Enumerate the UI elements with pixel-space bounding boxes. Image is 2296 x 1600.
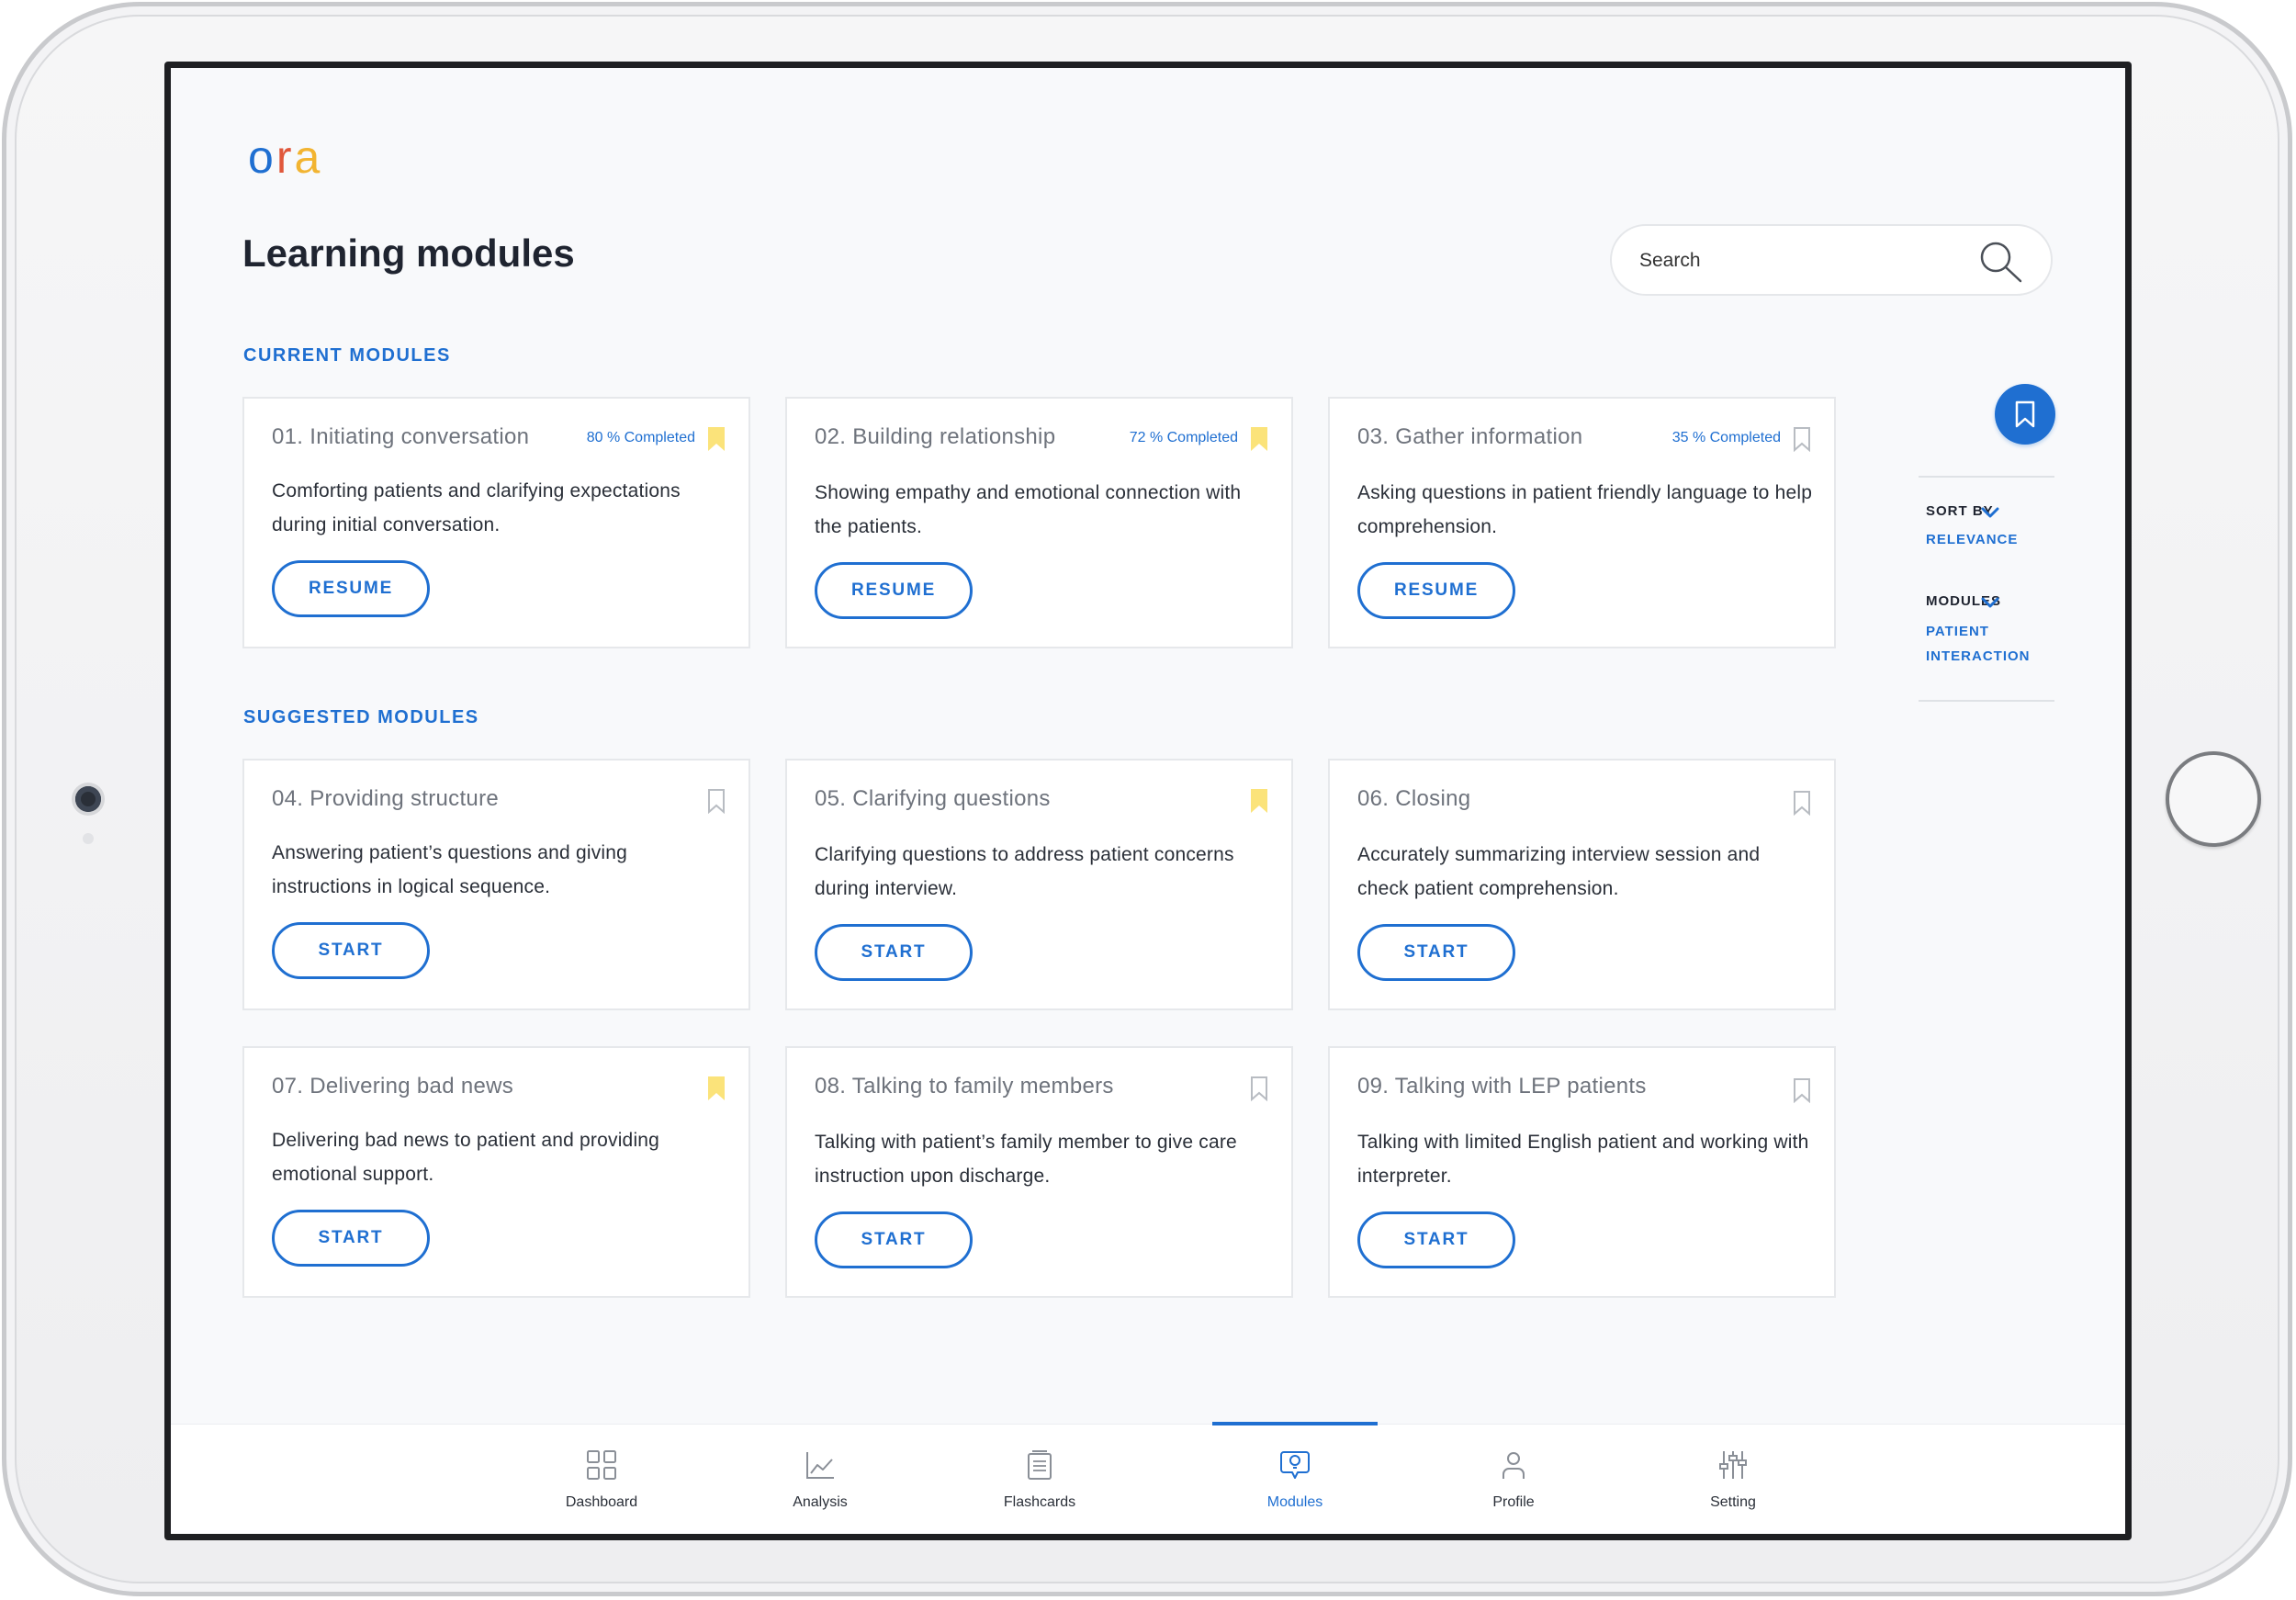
module-description: Delivering bad news to patient and provi… — [272, 1130, 660, 1185]
nav-label: Flashcards — [1003, 1494, 1076, 1510]
start-button[interactable]: START — [272, 1210, 430, 1267]
module-description: Comforting patients and clarifying expec… — [272, 480, 681, 535]
module-title: 01. Initiating conversation — [272, 424, 530, 449]
module-card-04: 04. Providing structure Answering patien… — [242, 759, 750, 1010]
module-card-09: 09. Talking with LEP patients Talking wi… — [1328, 1046, 1836, 1298]
start-button[interactable]: START — [815, 924, 973, 981]
module-title: 06. Closing — [1357, 786, 1471, 811]
nav-label: Dashboard — [565, 1494, 638, 1510]
module-card-06: 06. Closing Accurately summarizing inter… — [1328, 759, 1836, 1010]
module-description: Talking with patient’s family member to … — [815, 1132, 1237, 1187]
person-icon — [1503, 1452, 1525, 1479]
sort-by-value[interactable]: RELEVANCE — [1926, 527, 2018, 552]
start-button[interactable]: START — [815, 1211, 973, 1268]
module-title: 09. Talking with LEP patients — [1357, 1074, 1647, 1099]
line-chart-icon — [806, 1452, 834, 1479]
current-modules-heading: CURRENT MODULES — [243, 345, 451, 366]
nav-profile[interactable]: Profile — [1431, 1425, 1596, 1534]
module-title: 08. Talking to family members — [815, 1074, 1114, 1099]
module-description: Accurately summarizing interview session… — [1357, 844, 1761, 899]
modules-filter-value-line2: INTERACTION — [1926, 648, 2031, 664]
modules-filter-value-line1: PATIENT — [1926, 624, 1989, 639]
module-card-07: 07. Delivering bad news Delivering bad n… — [242, 1046, 750, 1298]
grid-icon — [587, 1450, 616, 1480]
module-description: Showing empathy and emotional connection… — [815, 482, 1242, 537]
sensor-dot — [83, 833, 94, 844]
start-button[interactable]: START — [272, 922, 430, 979]
search-icon[interactable] — [1977, 239, 2025, 285]
ora-logo: ora — [248, 131, 323, 183]
module-title: 03. Gather information — [1357, 424, 1583, 449]
filter-divider-bottom — [1919, 700, 2054, 702]
bookmark-filled-icon[interactable] — [1249, 788, 1269, 814]
bookmark-outline-icon[interactable] — [1792, 790, 1812, 816]
search-box[interactable] — [1610, 224, 2053, 296]
bookmark-outline-icon[interactable] — [1249, 1076, 1269, 1101]
module-progress: 35 % Completed — [1671, 430, 1781, 445]
nav-dashboard[interactable]: Dashboard — [519, 1425, 684, 1534]
bookmark-icon — [2015, 400, 2035, 428]
module-title: 05. Clarifying questions — [815, 786, 1051, 811]
page-title: Learning modules — [242, 231, 575, 275]
nav-label: Setting — [1710, 1494, 1756, 1510]
flashcards-icon — [1028, 1450, 1052, 1480]
saved-bookmarks-button[interactable] — [1995, 384, 2055, 445]
module-title: 07. Delivering bad news — [272, 1074, 514, 1099]
bookmark-filled-icon[interactable] — [706, 426, 726, 452]
bookmark-outline-icon[interactable] — [1792, 426, 1812, 452]
module-card-02: 02. Building relationship 72 % Completed… — [785, 397, 1293, 648]
bookmark-filled-icon[interactable] — [1249, 426, 1269, 452]
bottom-nav: Dashboard Analysis Flashcards Modules Pr… — [171, 1422, 2125, 1534]
modules-filter-value[interactable]: PATIENT INTERACTION — [1926, 619, 2031, 669]
module-progress: 72 % Completed — [1129, 430, 1238, 445]
chevron-down-icon[interactable] — [1980, 506, 2000, 519]
module-card-08: 08. Talking to family members Talking wi… — [785, 1046, 1293, 1298]
lightbulb-chat-icon — [1280, 1451, 1310, 1479]
sliders-icon — [1719, 1451, 1747, 1479]
module-title: 04. Providing structure — [272, 786, 500, 811]
chevron-down-icon[interactable] — [1980, 596, 2000, 609]
camera-icon — [75, 786, 101, 812]
module-card-01: 01. Initiating conversation 80 % Complet… — [242, 397, 750, 648]
module-description: Talking with limited English patient and… — [1357, 1132, 1809, 1187]
search-input[interactable] — [1639, 242, 1970, 279]
bookmark-filled-icon[interactable] — [706, 1076, 726, 1101]
module-description: Asking questions in patient friendly lan… — [1357, 482, 1813, 537]
nav-label: Analysis — [793, 1494, 848, 1510]
start-button[interactable]: START — [1357, 924, 1515, 981]
resume-button[interactable]: RESUME — [815, 562, 973, 619]
module-description: Answering patient’s questions and giving… — [272, 842, 628, 897]
nav-label: Modules — [1266, 1494, 1323, 1510]
filter-divider-top — [1919, 476, 2054, 478]
bookmark-outline-icon[interactable] — [706, 788, 726, 814]
start-button[interactable]: START — [1357, 1211, 1515, 1268]
nav-flashcards[interactable]: Flashcards — [957, 1425, 1122, 1534]
nav-active-indicator — [1212, 1422, 1378, 1425]
app-screen: ora Learning modules CURRENT MODULES 01.… — [171, 68, 2125, 1534]
module-title: 02. Building relationship — [815, 424, 1056, 449]
nav-modules[interactable]: Modules — [1212, 1422, 1378, 1534]
suggested-modules-heading: SUGGESTED MODULES — [243, 707, 479, 727]
module-description: Clarifying questions to address patient … — [815, 844, 1234, 899]
resume-button[interactable]: RESUME — [272, 560, 430, 617]
home-button[interactable] — [2166, 751, 2261, 847]
nav-analysis[interactable]: Analysis — [737, 1425, 903, 1534]
module-progress: 80 % Completed — [586, 430, 695, 445]
module-card-03: 03. Gather information 35 % Completed As… — [1328, 397, 1836, 648]
bookmark-outline-icon[interactable] — [1792, 1077, 1812, 1103]
nav-setting[interactable]: Setting — [1650, 1425, 1816, 1534]
module-card-05: 05. Clarifying questions Clarifying ques… — [785, 759, 1293, 1010]
resume-button[interactable]: RESUME — [1357, 562, 1515, 619]
nav-label: Profile — [1492, 1494, 1535, 1510]
